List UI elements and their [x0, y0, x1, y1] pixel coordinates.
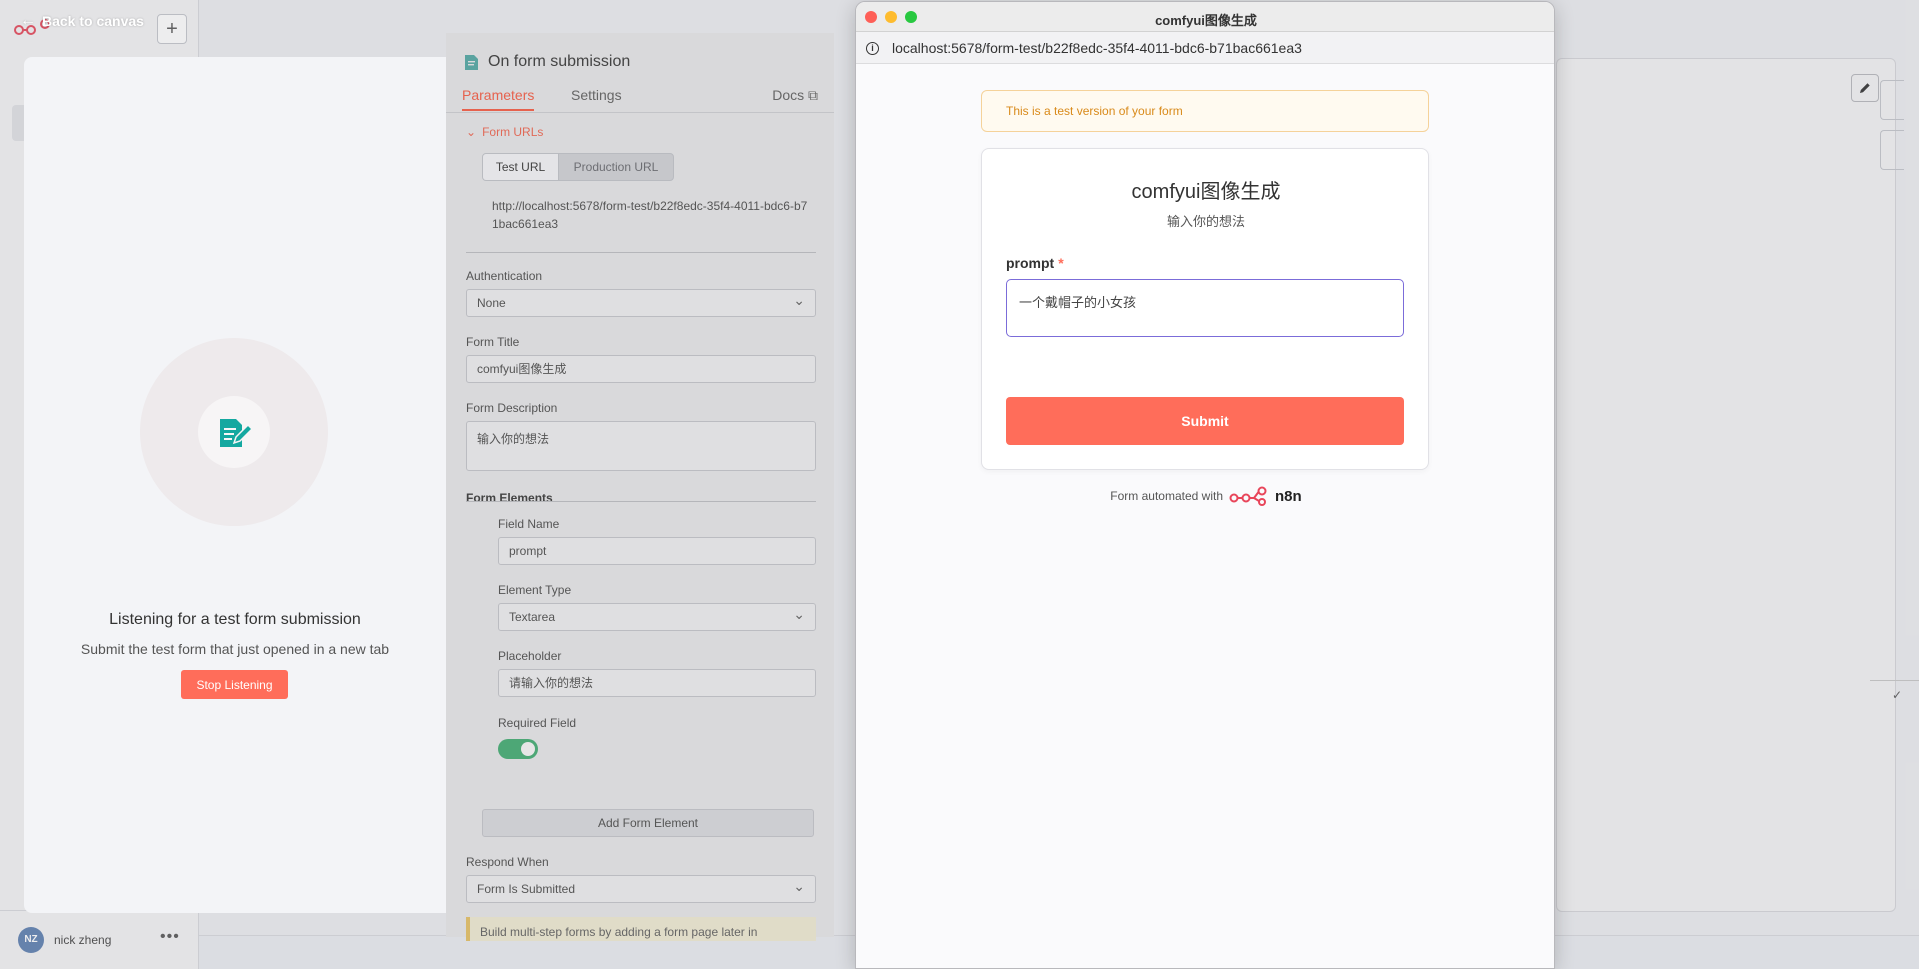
authentication-label: Authentication: [466, 269, 543, 283]
arrow-left-icon: ←: [20, 12, 36, 29]
node-header: On form submission: [464, 53, 630, 71]
respond-when-select[interactable]: Form Is Submitted: [466, 873, 816, 903]
element-type-value: Textarea: [509, 610, 556, 624]
back-to-canvas-label: Back to canvas: [42, 13, 144, 29]
required-field-toggle[interactable]: [498, 739, 538, 759]
url-mode-toggle: Test URL Production URL: [482, 153, 674, 181]
docs-label: Docs: [772, 87, 805, 103]
field-name-label: Field Name: [498, 517, 560, 531]
element-type-select[interactable]: Textarea: [498, 601, 816, 631]
form-description-input[interactable]: 输入你的想法: [466, 421, 816, 471]
address-text[interactable]: localhost:5678/form-test/b22f8edc-35f4-4…: [892, 40, 1302, 56]
tab-settings[interactable]: Settings: [571, 87, 622, 103]
window-titlebar: comfyui图像生成: [856, 2, 1554, 32]
form-description: 输入你的想法: [1166, 214, 1245, 229]
n8n-logo-icon: [1229, 486, 1267, 506]
form-elements-label: Form Elements: [466, 491, 553, 505]
listening-panel: Listening for a test form submission Sub…: [24, 57, 446, 913]
tab-parameters[interactable]: Parameters: [462, 87, 535, 111]
external-link-icon: ⧉: [808, 87, 818, 103]
test-url-option[interactable]: Test URL: [483, 154, 559, 180]
node-title: On form submission: [488, 53, 631, 70]
address-bar[interactable]: i localhost:5678/form-test/b22f8edc-35f4…: [856, 32, 1554, 64]
listening-illustration-inner: [198, 396, 270, 468]
form-card: comfyui图像生成 输入你的想法 prompt * 一个戴帽子的小女孩 Sub…: [981, 148, 1429, 470]
required-mark: *: [1058, 255, 1064, 271]
element-type-label: Element Type: [498, 583, 572, 597]
respond-when-value: Form Is Submitted: [477, 882, 576, 896]
form-title: comfyui图像生成: [1131, 181, 1281, 203]
form-urls-toggle[interactable]: ⌄ Form URLs: [466, 125, 543, 139]
form-footer: Form automated with n8n: [856, 486, 1554, 506]
divider: [466, 252, 816, 253]
test-url-text[interactable]: http://localhost:5678/form-test/b22f8edc…: [492, 197, 810, 233]
field-name-input[interactable]: prompt: [498, 537, 816, 565]
prompt-textarea[interactable]: 一个戴帽子的小女孩: [1006, 279, 1404, 337]
prompt-label-text: prompt: [1006, 255, 1055, 271]
footer-brand: n8n: [1275, 487, 1302, 505]
stop-listening-button[interactable]: Stop Listening: [181, 670, 288, 699]
docs-link[interactable]: Docs ⧉: [772, 87, 818, 104]
listening-illustration: [140, 338, 328, 526]
parameters-panel: On form submission Parameters Settings D…: [446, 33, 834, 941]
footer-text: Form automated with: [1110, 489, 1224, 503]
required-field-label: Required Field: [498, 716, 577, 730]
browser-window: comfyui图像生成 i localhost:5678/form-test/b…: [855, 1, 1555, 969]
form-description-label: Form Description: [466, 401, 558, 415]
form-urls-label: Form URLs: [482, 125, 544, 139]
authentication-value: None: [477, 296, 506, 310]
respond-when-label: Respond When: [466, 855, 549, 869]
form-title-label: Form Title: [466, 335, 520, 349]
form-title-input[interactable]: comfyui图像生成: [466, 355, 816, 383]
back-to-canvas-button[interactable]: ← Back to canvas: [20, 12, 144, 30]
submit-button[interactable]: Submit: [1006, 397, 1404, 445]
info-callout: Build multi-step forms by adding a form …: [466, 917, 816, 941]
listening-title: Listening for a test form submission: [109, 611, 361, 628]
authentication-select[interactable]: None: [466, 287, 816, 317]
form-edit-icon: [220, 419, 254, 447]
listening-subtitle: Submit the test form that just opened in…: [80, 641, 390, 657]
placeholder-label: Placeholder: [498, 649, 562, 663]
divider: [466, 501, 816, 502]
window-title: comfyui图像生成: [1155, 13, 1257, 28]
param-tabs: Parameters Settings Docs ⧉: [446, 85, 834, 113]
test-version-banner: This is a test version of your form: [981, 90, 1429, 132]
add-form-element-button[interactable]: Add Form Element: [482, 809, 814, 837]
form-node-icon: [465, 55, 478, 70]
chevron-down-icon: ⌄: [466, 125, 477, 139]
site-info-icon[interactable]: i: [866, 42, 879, 55]
placeholder-input[interactable]: 请输入你的想法: [498, 669, 816, 697]
prompt-label: prompt *: [1006, 255, 1064, 271]
production-url-option[interactable]: Production URL: [559, 154, 673, 180]
